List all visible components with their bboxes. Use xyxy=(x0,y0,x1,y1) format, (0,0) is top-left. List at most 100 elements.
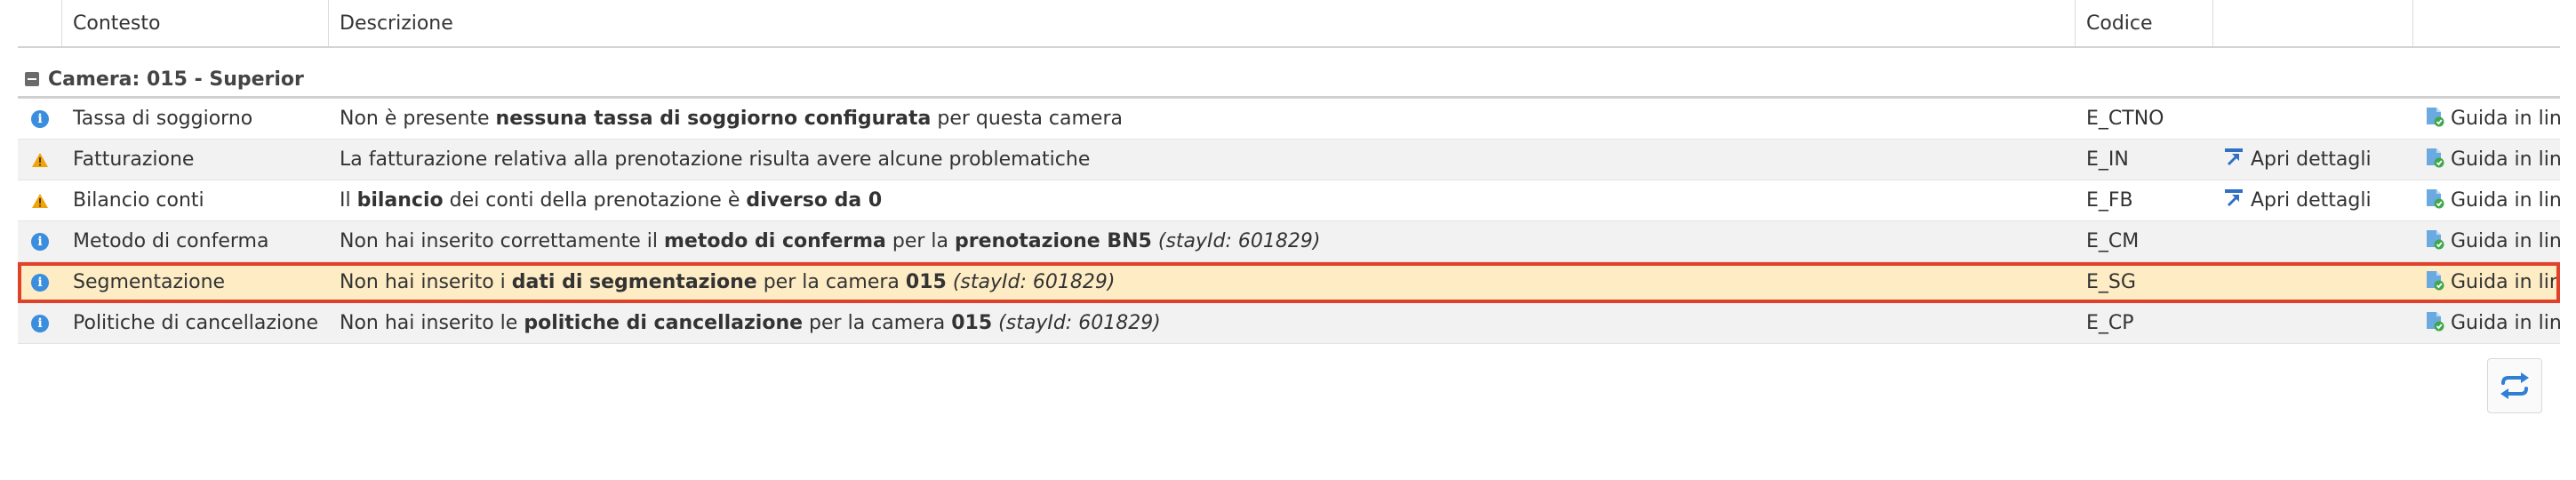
open-details-icon xyxy=(2224,148,2244,172)
description-segment: diverso da 0 xyxy=(746,189,883,212)
online-guide-label: Guida in linea xyxy=(2451,148,2560,171)
row-description: Non è presente nessuna tassa di soggiorn… xyxy=(329,108,2076,130)
online-guide-label: Guida in linea xyxy=(2451,271,2560,293)
description-segment: (stayId: 601829) xyxy=(952,271,1116,293)
row-code: E_CM xyxy=(2086,230,2140,252)
row-context: Tassa di soggiorno xyxy=(73,108,253,130)
description-text: Non hai inserito i dati di segmentazione… xyxy=(340,271,1115,293)
online-guide-button[interactable]: Guida in linea xyxy=(2424,310,2560,337)
header-details-column xyxy=(2213,0,2413,46)
row-code: E_CTNO xyxy=(2086,108,2164,130)
row-status-cell: i xyxy=(18,232,62,251)
header-code[interactable]: Codice xyxy=(2076,0,2213,46)
online-guide-icon xyxy=(2424,106,2445,132)
online-guide-icon xyxy=(2424,188,2445,214)
description-segment: Non hai inserito le xyxy=(340,312,524,334)
description-segment: dei conti della prenotazione è xyxy=(443,189,747,212)
row-context: Metodo di conferma xyxy=(73,230,269,252)
row-code: E_IN xyxy=(2086,148,2129,171)
table-row[interactable]: i Politiche di cancellazione Non hai inser… xyxy=(18,303,2560,344)
table-row[interactable]: i Tassa di soggiorno Non è presente nessun… xyxy=(18,99,2560,140)
description-segment: 015 xyxy=(951,312,993,334)
header-guide-column xyxy=(2413,0,2560,46)
open-details-label: Apri dettagli xyxy=(2251,148,2372,171)
warning-icon xyxy=(31,193,49,209)
online-guide-icon xyxy=(2424,269,2445,296)
description-segment xyxy=(1152,230,1158,252)
online-guide-icon xyxy=(2424,310,2445,337)
row-details-cell: Apri dettagli xyxy=(2213,188,2413,213)
refresh-icon xyxy=(2500,372,2529,399)
row-context: Bilancio conti xyxy=(73,189,204,212)
issues-grid: Contesto Descrizione Codice Camera: 015 … xyxy=(18,0,2560,344)
table-row[interactable]: i Segmentazione Non hai inserito i dati di… xyxy=(18,262,2560,303)
description-segment xyxy=(947,271,953,293)
refresh-button[interactable] xyxy=(2487,358,2542,413)
table-row[interactable]: i Metodo di conferma Non hai inserito corr… xyxy=(18,221,2560,262)
description-segment: metodo di conferma xyxy=(664,230,886,252)
table-row[interactable]: Fatturazione La fatturazione relativa all… xyxy=(18,140,2560,180)
row-status-cell: i xyxy=(18,273,62,292)
description-text: Non hai inserito correttamente il metodo… xyxy=(340,230,1320,252)
online-guide-button[interactable]: Guida in linea xyxy=(2424,147,2560,173)
description-segment: (stayId: 601829) xyxy=(1157,230,1321,252)
table-row[interactable]: Bilancio conti Il bilancio dei conti dell… xyxy=(18,180,2560,221)
online-guide-icon xyxy=(2424,147,2445,173)
description-segment: dati di segmentazione xyxy=(511,271,757,293)
group-row-camera[interactable]: Camera: 015 - Superior xyxy=(18,62,2560,99)
open-details-button[interactable]: Apri dettagli xyxy=(2224,188,2372,213)
online-guide-button[interactable]: Guida in linea xyxy=(2424,228,2560,255)
online-guide-icon xyxy=(2424,228,2445,255)
row-details-cell: Apri dettagli xyxy=(2213,148,2413,172)
row-status-cell: i xyxy=(18,109,62,128)
header-icon-column xyxy=(18,0,62,46)
row-status-cell xyxy=(18,193,62,209)
online-guide-label: Guida in linea xyxy=(2451,312,2560,334)
row-guide-cell: Guida in linea xyxy=(2413,228,2560,255)
online-guide-label: Guida in linea xyxy=(2451,108,2560,130)
description-segment: Non hai inserito correttamente il xyxy=(340,230,664,252)
description-segment: bilancio xyxy=(356,189,444,212)
online-guide-button[interactable]: Guida in linea xyxy=(2424,106,2560,132)
row-guide-cell: Guida in linea xyxy=(2413,310,2560,337)
open-details-icon xyxy=(2224,188,2244,213)
description-segment: Il xyxy=(340,189,357,212)
row-description: La fatturazione relativa alla prenotazio… xyxy=(329,148,2076,171)
collapse-icon[interactable] xyxy=(25,72,39,86)
row-code: E_SG xyxy=(2086,271,2136,293)
row-context: Fatturazione xyxy=(73,148,195,171)
online-guide-button[interactable]: Guida in linea xyxy=(2424,188,2560,214)
group-title: Camera: 015 - Superior xyxy=(48,68,304,91)
description-segment: prenotazione BN5 xyxy=(955,230,1152,252)
row-context: Politiche di cancellazione xyxy=(73,312,318,334)
description-segment: Non è presente xyxy=(340,108,496,130)
info-icon: i xyxy=(31,232,49,251)
row-status-cell xyxy=(18,152,62,168)
info-icon: i xyxy=(31,109,49,128)
description-segment: Non hai inserito i xyxy=(340,271,512,293)
row-description: Il bilancio dei conti della prenotazione… xyxy=(329,189,2076,212)
description-text: La fatturazione relativa alla prenotazio… xyxy=(340,148,1090,171)
description-segment: (stayId: 601829) xyxy=(998,312,1161,334)
row-status-cell: i xyxy=(18,314,62,332)
warning-icon xyxy=(31,152,49,168)
row-guide-cell: Guida in linea xyxy=(2413,147,2560,173)
description-segment: per la camera xyxy=(756,271,906,293)
header-context[interactable]: Contesto xyxy=(62,0,329,46)
online-guide-button[interactable]: Guida in linea xyxy=(2424,269,2560,296)
description-segment: nessuna tassa di soggiorno configurata xyxy=(495,108,932,130)
grid-header: Contesto Descrizione Codice xyxy=(18,0,2560,48)
row-description: Non hai inserito le politiche di cancell… xyxy=(329,312,2076,334)
row-guide-cell: Guida in linea xyxy=(2413,106,2560,132)
description-text: Il bilancio dei conti della prenotazione… xyxy=(340,189,882,212)
open-details-button[interactable]: Apri dettagli xyxy=(2224,148,2372,172)
description-text: Non hai inserito le politiche di cancell… xyxy=(340,312,1161,334)
description-segment: 015 xyxy=(905,271,947,293)
info-icon: i xyxy=(31,314,49,332)
online-guide-label: Guida in linea xyxy=(2451,189,2560,212)
header-description[interactable]: Descrizione xyxy=(329,0,2076,46)
description-text: Non è presente nessuna tassa di soggiorn… xyxy=(340,108,1123,130)
description-segment: La fatturazione relativa alla prenotazio… xyxy=(340,148,1091,171)
row-description: Non hai inserito i dati di segmentazione… xyxy=(329,271,2076,293)
row-context: Segmentazione xyxy=(73,271,226,293)
